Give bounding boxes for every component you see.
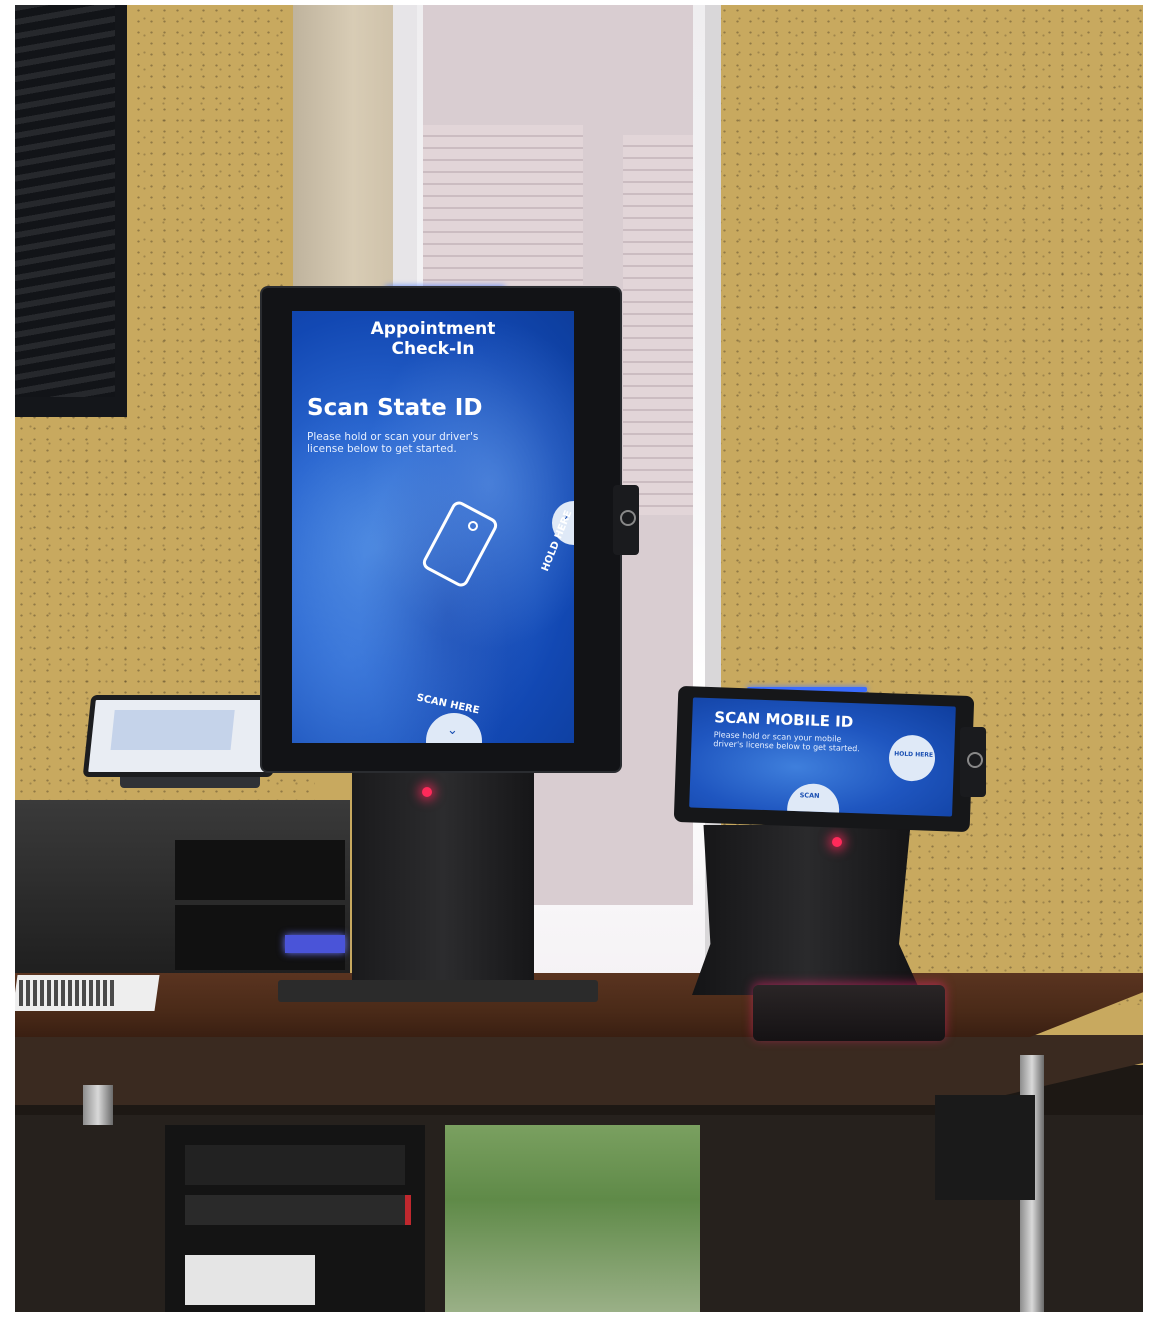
screen-title: Appointment Check-In xyxy=(370,319,496,359)
cabinet-drawer xyxy=(175,840,345,900)
main-kiosk-led xyxy=(422,787,432,797)
reader-icon xyxy=(967,752,983,768)
wall-tv xyxy=(15,5,127,417)
small-scan-label: SCAN xyxy=(799,791,820,800)
screen-instructions: Please hold or scan your driver's licens… xyxy=(307,431,479,455)
small-screen-instructions: Please hold or scan your mobile driver's… xyxy=(713,730,861,754)
small-kiosk-screen[interactable]: SCAN MOBILE ID Please hold or scan your … xyxy=(689,697,956,817)
small-kiosk-stand xyxy=(692,825,922,995)
qr-code xyxy=(19,980,115,1006)
photo-scene: Appointment Check-In Scan State ID Pleas… xyxy=(15,5,1143,1312)
tablet xyxy=(82,695,282,777)
chevron-down-icon: ⌄ xyxy=(447,723,458,738)
rack-display xyxy=(285,935,345,953)
screen-heading: Scan State ID xyxy=(307,395,483,421)
small-kiosk-led xyxy=(832,837,842,847)
main-kiosk-screen[interactable]: Appointment Check-In Scan State ID Pleas… xyxy=(292,311,574,743)
main-kiosk-card-reader xyxy=(613,485,639,555)
rack-unit xyxy=(185,1145,405,1185)
phone-camera-icon xyxy=(466,519,480,533)
main-kiosk-base xyxy=(278,980,598,1002)
small-hold-here-label: HOLD HERE › xyxy=(894,750,938,760)
nfc-reader-pad xyxy=(753,985,945,1041)
building-windows xyxy=(423,125,583,285)
server-rack xyxy=(165,1125,425,1312)
table-bracket-dark xyxy=(935,1095,1035,1200)
small-screen-heading: SCAN MOBILE ID xyxy=(714,708,854,732)
rack-unit xyxy=(185,1195,411,1225)
building-windows xyxy=(623,135,693,515)
tablet-screen xyxy=(110,710,235,750)
main-kiosk-stand xyxy=(352,767,534,992)
small-kiosk-card-reader xyxy=(960,727,986,797)
screen-background xyxy=(292,311,574,743)
equipment-cabinet xyxy=(15,800,350,975)
rack-unit-white xyxy=(185,1255,315,1305)
lower-window-view xyxy=(445,1125,700,1312)
reader-icon xyxy=(620,510,636,526)
table-bracket xyxy=(83,1085,113,1125)
tv-screen xyxy=(15,5,115,397)
